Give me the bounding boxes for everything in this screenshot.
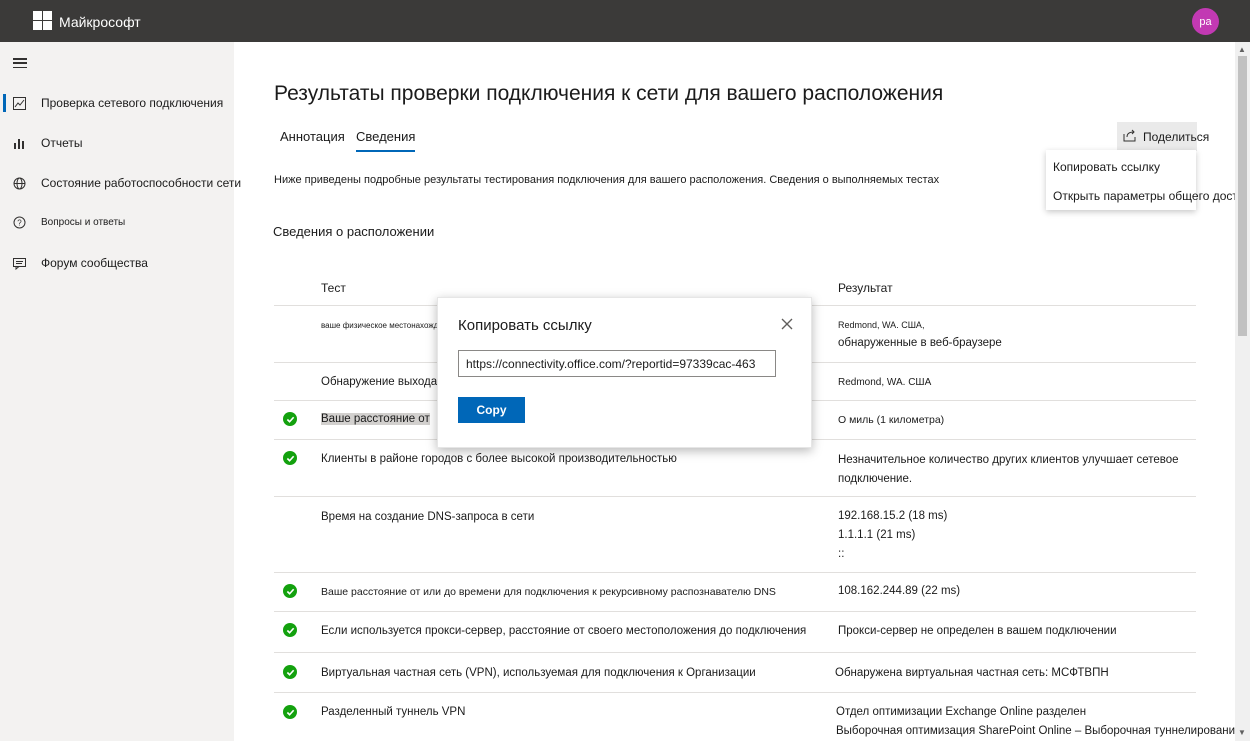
table-cell-test: ваше физическое местонахождение <box>321 321 457 330</box>
table-cell-result: 108.162.244.89 (22 ms) <box>838 585 961 597</box>
table-cell-test: Ваше расстояние от или до времени для по… <box>321 586 776 598</box>
table-divider <box>274 692 1196 693</box>
sidebar-item-network-test[interactable]: Проверка сетевого подключения <box>0 85 234 121</box>
column-header-test: Тест <box>321 281 346 295</box>
dialog-title: Копировать ссылку <box>458 317 592 334</box>
success-check-icon <box>283 623 297 637</box>
menu-item-copy-link[interactable]: Копировать ссылку <box>1053 160 1160 174</box>
scroll-up-arrow-icon[interactable]: ▲ <box>1238 45 1246 54</box>
table-cell-result: Redmond, WA. США <box>838 377 932 388</box>
top-bar: Майкрософт pa <box>0 0 1250 42</box>
sidebar: Проверка сетевого подключения Отчеты Сос… <box>0 42 241 741</box>
share-button-label: Поделиться <box>1143 130 1210 144</box>
success-check-icon <box>283 665 297 679</box>
table-cell-test: Время на создание DNS-запроса в сети <box>321 511 535 523</box>
table-cell-result: О миль (1 километра) <box>838 414 945 426</box>
table-cell-result: Прокси-сервер не определен в вашем подкл… <box>838 625 1117 637</box>
vertical-scrollbar[interactable]: ▲ ▼ <box>1235 42 1250 741</box>
chart-image-icon <box>12 96 27 111</box>
table-cell-result: Незначительное количество других клиенто… <box>838 454 1179 466</box>
table-cell-test: Ваше расстояние от <box>321 413 430 425</box>
page-title: Результаты проверки подключения к сети д… <box>274 82 944 105</box>
share-link-field[interactable] <box>458 350 776 377</box>
table-cell-test: Если используется прокси-сервер, расстоя… <box>321 625 807 637</box>
table-cell-result: 1.1.1.1 (21 ms) <box>838 529 916 541</box>
section-title: Сведения о расположении <box>273 224 435 239</box>
table-divider <box>274 496 1196 497</box>
sidebar-item-faq[interactable]: ? Вопросы и ответы <box>0 204 234 240</box>
sidebar-item-label: Вопросы и ответы <box>41 216 126 228</box>
svg-text:?: ? <box>17 218 22 227</box>
table-cell-test: Виртуальная частная сеть (VPN), использу… <box>321 667 756 679</box>
table-cell-result: Выборочная оптимизация SharePoint Online… <box>836 725 1242 737</box>
close-icon[interactable] <box>780 317 794 331</box>
sidebar-item-label: Проверка сетевого подключения <box>41 96 224 110</box>
share-menu: Копировать ссылку Открыть параметры обще… <box>1046 150 1250 210</box>
menu-item-open-sharing-settings[interactable]: Открыть параметры общего доступа <box>1053 189 1250 203</box>
sidebar-item-label: Отчеты <box>41 136 83 150</box>
success-check-icon <box>283 451 297 465</box>
selected-text: Ваше расстояние от <box>321 413 430 425</box>
table-cell-test: Разделенный туннель VPN <box>321 706 466 718</box>
table-cell-result: :: <box>838 548 845 560</box>
copy-button[interactable]: Copy <box>458 397 525 423</box>
question-circle-icon: ? <box>12 215 27 230</box>
success-check-icon <box>283 412 297 426</box>
intro-text: Ниже приведены подробные результаты тест… <box>274 174 940 186</box>
sidebar-item-reports[interactable]: Отчеты <box>0 125 234 161</box>
table-cell-result: Redmond, WA. США, <box>838 320 925 330</box>
scrollbar-thumb[interactable] <box>1238 56 1247 336</box>
microsoft-logo-icon[interactable] <box>33 11 52 30</box>
tab-summary[interactable]: Аннотация <box>280 129 345 144</box>
table-divider <box>274 611 1196 612</box>
table-divider <box>274 572 1196 573</box>
bar-chart-icon <box>12 136 27 151</box>
sidebar-item-network-health[interactable]: Состояние работоспособности сети <box>0 165 241 201</box>
table-cell-result: Обнаружена виртуальная частная сеть: МСФ… <box>835 667 1109 679</box>
avatar[interactable]: pa <box>1192 8 1219 35</box>
table-cell-result: подключение. <box>838 473 913 485</box>
chat-icon <box>12 256 27 271</box>
brand-name[interactable]: Майкрософт <box>59 14 141 30</box>
table-divider <box>274 652 1196 653</box>
scroll-down-arrow-icon[interactable]: ▼ <box>1238 728 1246 737</box>
sidebar-item-community-forum[interactable]: Форум сообщества <box>0 245 234 281</box>
table-cell-result: 192.168.15.2 (18 ms) <box>838 510 948 522</box>
sidebar-item-label: Форум сообщества <box>41 256 148 270</box>
share-button[interactable]: Поделиться <box>1117 122 1209 151</box>
table-cell-result: обнаруженные в веб-браузере <box>838 337 1002 349</box>
success-check-icon <box>283 705 297 719</box>
share-icon <box>1123 129 1136 145</box>
success-check-icon <box>283 584 297 598</box>
table-cell-result: Отдел оптимизации Exchange Online раздел… <box>836 706 1087 718</box>
globe-icon <box>12 176 27 191</box>
table-cell-test: Клиенты в районе городов с более высокой… <box>321 453 677 465</box>
tab-details[interactable]: Сведения <box>356 129 416 152</box>
copy-link-dialog: Копировать ссылку Copy <box>437 297 812 448</box>
hamburger-menu-icon[interactable] <box>13 58 27 68</box>
sidebar-item-label: Состояние работоспособности сети <box>41 176 242 190</box>
column-header-result: Результат <box>838 281 893 295</box>
